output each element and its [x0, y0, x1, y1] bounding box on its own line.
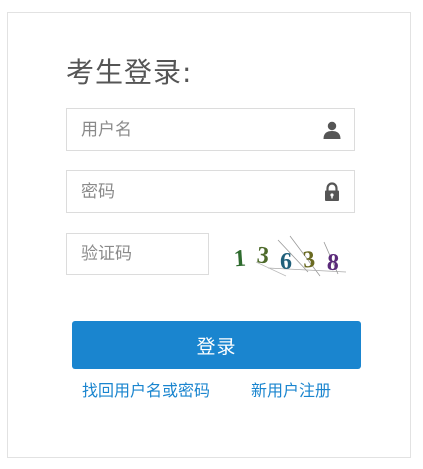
captcha-input[interactable] — [67, 234, 208, 274]
lock-icon — [325, 182, 339, 201]
login-button[interactable]: 登录 — [72, 321, 361, 369]
captcha-char: 6 — [280, 249, 292, 275]
forgot-credentials-link[interactable]: 找回用户名或密码 — [82, 377, 210, 401]
captcha-char: 3 — [302, 247, 316, 274]
captcha-char: 1 — [233, 246, 247, 273]
captcha-field[interactable] — [66, 233, 209, 275]
captcha-char: 3 — [256, 242, 271, 269]
user-icon — [323, 121, 341, 139]
username-input[interactable] — [67, 109, 354, 150]
page-title: 考生登录: — [66, 56, 193, 89]
captcha-char: 8 — [326, 250, 340, 277]
password-input[interactable] — [67, 171, 354, 212]
captcha-image[interactable]: 1 3 6 3 8 — [228, 232, 356, 278]
password-field[interactable] — [66, 170, 355, 213]
login-card: 考生登录: 1 3 6 3 8 登录 找回用户名或密码 新用户注册 — [7, 12, 411, 458]
register-link[interactable]: 新用户注册 — [251, 377, 331, 401]
username-field[interactable] — [66, 108, 355, 151]
